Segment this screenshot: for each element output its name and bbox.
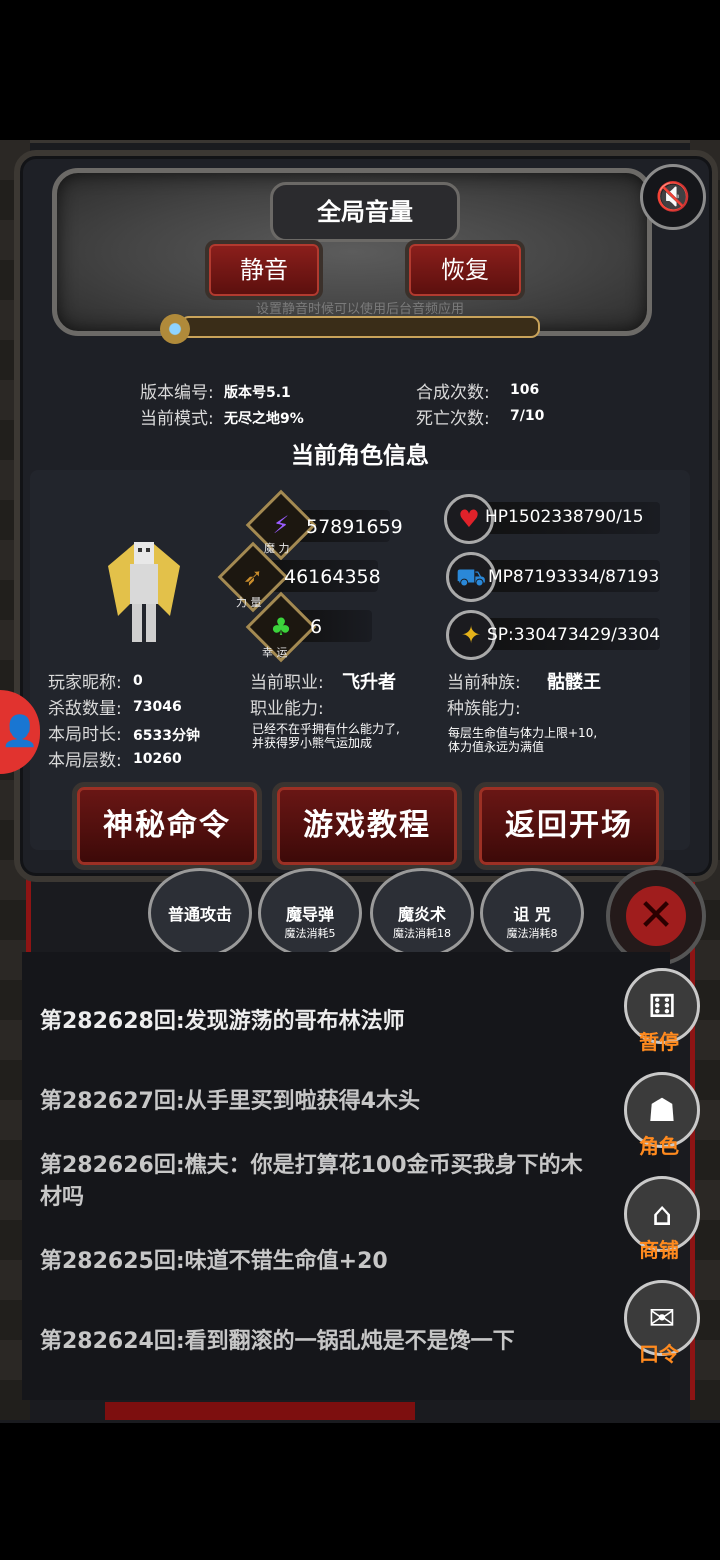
volume-title: 全局音量 <box>270 182 460 242</box>
pause-label[interactable]: 暂停 <box>624 1026 694 1055</box>
skill-normal-attack[interactable]: 普通攻击 <box>148 868 252 958</box>
job-ability-label: 职业能力: <box>250 699 324 719</box>
close-button[interactable]: ✕ <box>606 866 706 966</box>
skill-fireball[interactable]: 魔炎术 魔法消耗18 <box>370 868 474 958</box>
secret-command-button[interactable]: 神秘命令 <box>72 782 262 870</box>
skill-name: 魔炎术 <box>397 905 446 924</box>
hp-text: HP1502338790/15 <box>485 507 644 527</box>
log-entry: 第282625回:味道不错生命值+20 <box>40 1249 388 1274</box>
speaker-mute-icon[interactable]: 🔇 <box>640 164 706 230</box>
mode-label: 当前模式: <box>140 409 214 429</box>
skill-magic-missile[interactable]: 魔导弹 魔法消耗5 <box>258 868 362 958</box>
strength-sub: 力 量 <box>236 596 262 609</box>
version-value: 版本号5.1 <box>224 385 291 401</box>
bottom-red-bar <box>105 1402 415 1420</box>
volume-slider-knob[interactable] <box>160 314 190 344</box>
time-label: 本局时长: <box>48 725 122 745</box>
close-icon: ✕ <box>626 886 686 946</box>
luck-value: 6 <box>310 616 323 638</box>
kills-value: 73046 <box>133 699 182 715</box>
race-ability-label: 种族能力: <box>447 699 521 719</box>
volume-hint: 设置静音时候可以使用后台音频应用 <box>255 302 464 317</box>
skill-name: 普通攻击 <box>167 905 232 924</box>
time-value: 6533分钟 <box>133 728 200 744</box>
race-ability-desc-1: 每层生命值与体力上限+10, <box>448 726 598 740</box>
sp-text: SP:330473429/3304 <box>487 625 661 645</box>
synth-label: 合成次数: <box>416 383 490 403</box>
job-ability-desc-2: 并获得罗小熊气运加成 <box>252 736 373 750</box>
race-value: 骷髅王 <box>547 672 601 693</box>
volume-slider[interactable] <box>180 316 540 338</box>
log-entry: 第282624回:看到翻滚的一锅乱炖是不是馋一下 <box>40 1329 515 1354</box>
job-value: 飞升者 <box>342 672 396 693</box>
restore-button[interactable]: 恢复 <box>405 240 525 300</box>
skill-cost: 魔法消耗8 <box>506 927 558 940</box>
floors-label: 本局层数: <box>48 751 122 771</box>
skill-name: 诅 咒 <box>513 905 551 924</box>
magic-sub: 魔 力 <box>264 542 290 555</box>
role-label[interactable]: 角色 <box>624 1130 694 1159</box>
mute-button[interactable]: 静音 <box>205 240 323 300</box>
strength-value: 46164358 <box>284 566 381 588</box>
character-sprite <box>104 536 184 648</box>
skill-cost: 魔法消耗5 <box>284 927 336 940</box>
job-ability-desc-1: 已经不在乎拥有什么能力了, <box>252 722 400 736</box>
mp-text: MP87193334/87193 <box>488 567 660 587</box>
race-label: 当前种族: <box>447 673 521 693</box>
section-title: 当前角色信息 <box>291 443 429 469</box>
log-entry: 第282626回:樵夫：你是打算花100金币买我身下的木材吗 <box>40 1153 583 1210</box>
skill-name: 魔导弹 <box>285 905 334 924</box>
password-label[interactable]: 口令 <box>624 1338 694 1367</box>
nickname-label: 玩家昵称: <box>48 673 122 693</box>
kills-label: 杀敌数量: <box>48 699 122 719</box>
job-label: 当前职业: <box>250 673 324 693</box>
synth-value: 106 <box>510 382 540 398</box>
mode-value: 无尽之地9% <box>224 411 304 427</box>
death-value: 7/10 <box>510 408 545 424</box>
back-to-start-button[interactable]: 返回开场 <box>474 782 664 870</box>
magic-value: 57891659 <box>306 516 403 538</box>
tutorial-button[interactable]: 游戏教程 <box>272 782 462 870</box>
skill-curse[interactable]: 诅 咒 魔法消耗8 <box>480 868 584 958</box>
log-entry: 第282628回:发现游荡的哥布林法师 <box>40 1009 405 1034</box>
race-ability-desc-2: 体力值永远为满值 <box>448 740 545 754</box>
death-label: 死亡次数: <box>416 409 490 429</box>
floors-value: 10260 <box>133 751 182 767</box>
shop-label[interactable]: 商铺 <box>624 1234 694 1263</box>
nickname-value: 0 <box>133 673 143 689</box>
log-entry: 第282627回:从手里买到啦获得4木头 <box>40 1089 420 1114</box>
skill-cost: 魔法消耗18 <box>393 927 451 940</box>
version-label: 版本编号: <box>140 383 214 403</box>
luck-sub: 幸 运 <box>262 646 288 659</box>
